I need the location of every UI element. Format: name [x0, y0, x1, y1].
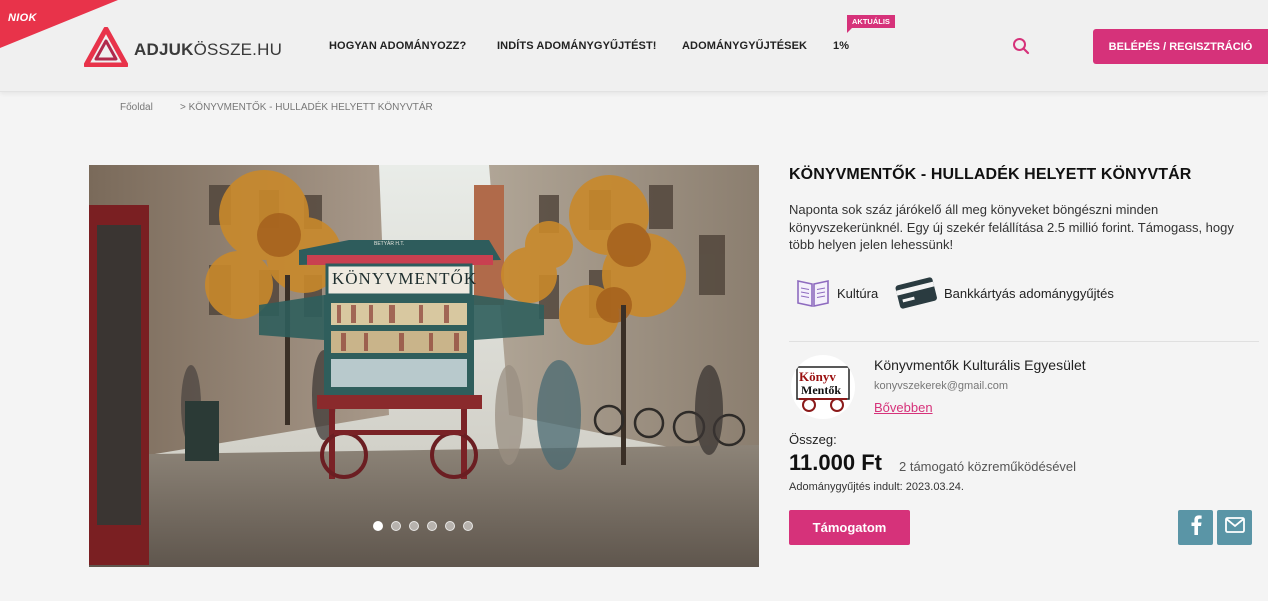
organization-more-link[interactable]: Bővebben: [874, 400, 933, 415]
org-logo-line2: Mentők: [801, 383, 841, 397]
supporters-count: 2 támogató közreműködésével: [899, 459, 1077, 474]
organization-logo[interactable]: Könyv Mentők: [791, 355, 855, 419]
campaign-photo-slider[interactable]: KÖNYVMENTŐK BETYÁR H.T.: [89, 165, 759, 567]
breadcrumb-current: > KÖNYVMENTŐK - HULLADÉK HELYETT KÖNYVTÁ…: [180, 102, 433, 113]
nav-start-fundraising[interactable]: INDÍTS ADOMÁNYGYŰJTÉST!: [497, 40, 657, 52]
logo-text: ADJUKÖSSZE.HU: [134, 39, 283, 59]
campaign-description: Naponta sok száz járókelő áll meg könyve…: [789, 202, 1234, 252]
tag-culture-label: Kultúra: [837, 286, 879, 301]
organization-name[interactable]: Könyvmentők Kulturális Egyesület: [874, 357, 1086, 373]
support-button[interactable]: Támogatom: [789, 510, 910, 545]
mail-icon: [1224, 517, 1245, 538]
login-register-button[interactable]: BELÉPÉS / REGISZTRÁCIÓ: [1093, 29, 1268, 64]
campaign-title: KÖNYVMENTŐK - HULLADÉK HELYETT KÖNYVTÁR: [789, 166, 1192, 183]
facebook-icon: [1189, 515, 1203, 540]
slide-dot[interactable]: [445, 521, 455, 531]
email-share-button[interactable]: [1217, 510, 1252, 545]
book-cart-photo: [89, 165, 759, 567]
site-logo[interactable]: ADJUKÖSSZE.HU: [83, 26, 283, 72]
site-header: NIOK ADJUKÖSSZE.HU HOGYAN ADOMÁNYOZZ? IN…: [0, 0, 1268, 92]
slide-dot[interactable]: [427, 521, 437, 531]
amount-label: Összeg:: [789, 432, 837, 447]
campaign-start-date: Adománygyűjtés indult: 2023.03.24.: [789, 481, 964, 493]
amount-value: 11.000 Ft: [789, 450, 882, 475]
facebook-share-button[interactable]: [1178, 510, 1213, 545]
breadcrumb-home[interactable]: Főoldal: [120, 102, 153, 113]
credit-card-icon: [894, 275, 938, 312]
search-icon[interactable]: [1012, 37, 1030, 60]
slide-dot[interactable]: [409, 521, 419, 531]
book-icon: [795, 275, 831, 312]
nav-one-percent[interactable]: 1%: [833, 40, 849, 52]
current-badge: AKTUÁLIS: [847, 15, 895, 33]
slider-dots: [373, 521, 473, 531]
nav-how-to-donate[interactable]: HOGYAN ADOMÁNYOZZ?: [329, 40, 466, 52]
tag-culture[interactable]: Kultúra: [795, 275, 878, 312]
divider: [789, 341, 1259, 342]
tag-card-donation[interactable]: Bankkártyás adománygyűjtés: [894, 275, 1114, 312]
logo-triangle-icon: [83, 26, 129, 72]
organization-email[interactable]: konyvszekerek@gmail.com: [874, 380, 1008, 392]
cart-small-sign: BETYÁR H.T.: [374, 241, 405, 247]
slide-dot[interactable]: [373, 521, 383, 531]
slide-dot[interactable]: [391, 521, 401, 531]
tag-card-label: Bankkártyás adománygyűjtés: [944, 286, 1114, 301]
niok-label: NIOK: [8, 12, 37, 24]
nav-fundraisings[interactable]: ADOMÁNYGYŰJTÉSEK: [682, 40, 807, 52]
cart-sign-text: KÖNYVMENTŐK: [332, 269, 478, 288]
slide-dot[interactable]: [463, 521, 473, 531]
